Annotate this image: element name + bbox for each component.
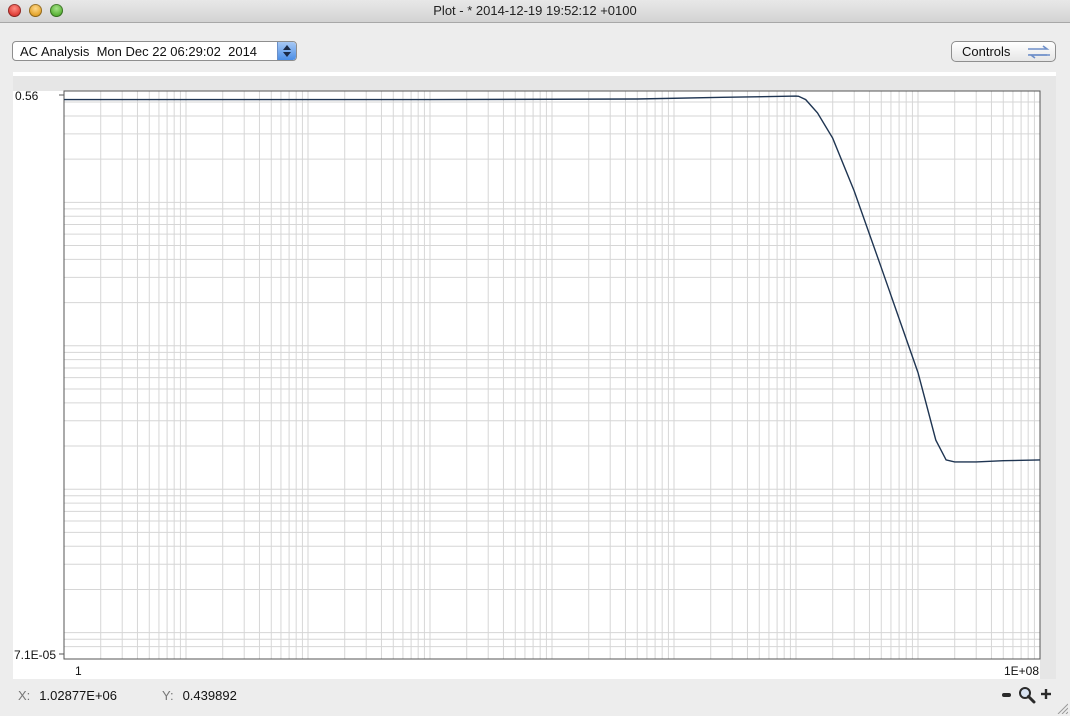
select-stepper-icon[interactable] [277, 42, 296, 60]
swap-arrows-icon [1028, 45, 1050, 59]
analysis-select[interactable]: AC Analysis Mon Dec 22 06:29:02 2014 [12, 41, 297, 61]
cursor-x-readout: X: 1.02877E+06 [18, 688, 117, 703]
analysis-select-value: AC Analysis Mon Dec 22 06:29:02 2014 [20, 44, 258, 59]
cursor-y-key: Y: [162, 688, 174, 703]
zoom-in-icon[interactable] [1040, 687, 1052, 701]
plot-window: Plot - * 2014-12-19 19:52:12 +0100 AC An… [0, 0, 1070, 716]
controls-button[interactable]: Controls [951, 41, 1056, 62]
controls-button-label: Controls [962, 44, 1011, 59]
cursor-x-key: X: [18, 688, 31, 703]
resize-grip-icon[interactable] [1056, 702, 1068, 714]
cursor-y-value: 0.439892 [182, 688, 237, 703]
plot-canvas[interactable] [13, 72, 1056, 679]
cursor-y-readout: Y: 0.439892 [162, 688, 237, 703]
x-axis-max-label: 1E+08 [1004, 664, 1040, 678]
x-axis-min-label: 1 [75, 664, 82, 678]
zoom-magnifier-icon[interactable] [1018, 686, 1036, 704]
title-bar[interactable]: Plot - * 2014-12-19 19:52:12 +0100 [0, 0, 1070, 23]
zoom-out-icon[interactable] [1002, 693, 1011, 697]
window-title: Plot - * 2014-12-19 19:52:12 +0100 [433, 3, 637, 18]
plot-panel[interactable]: 0.56 7.1E-05 1 1E+08 [13, 72, 1056, 679]
y-axis-max-label: 0.56 [15, 89, 39, 103]
zoom-tools [1002, 686, 1054, 704]
y-axis-min-label: 7.1E-05 [14, 648, 57, 662]
cursor-x-value: 1.02877E+06 [39, 688, 118, 703]
